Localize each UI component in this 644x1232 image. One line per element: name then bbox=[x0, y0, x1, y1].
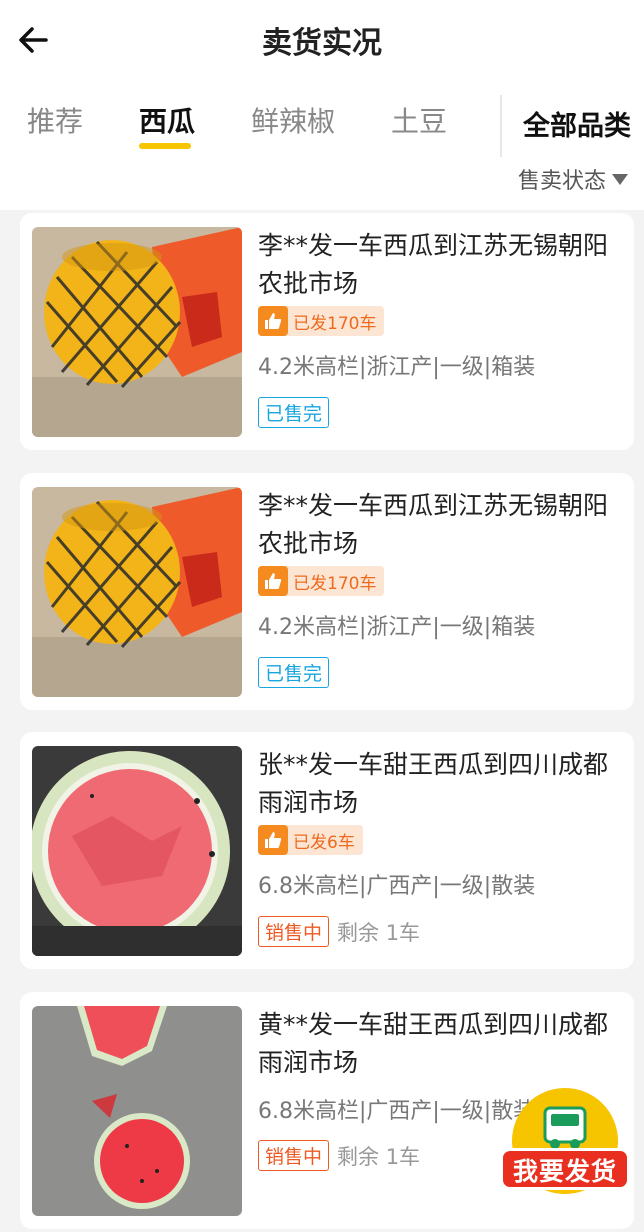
page-title: 卖货实况 bbox=[262, 26, 382, 61]
listing-card[interactable]: 张**发一车甜王西瓜到四川成都雨润市场 已发6车 6.8米高栏|广西产|一级|散… bbox=[20, 732, 634, 969]
ship-goods-label: 我要发货 bbox=[500, 1148, 630, 1190]
sale-status-label: 售卖状态 bbox=[518, 169, 607, 194]
all-categories-button[interactable]: 全部品类 bbox=[523, 104, 631, 143]
tab-divider bbox=[500, 95, 502, 157]
listing-specs: 6.8米高栏|广西产|一级|散装 bbox=[258, 874, 536, 899]
shipments-badge: 已发6车 bbox=[258, 825, 363, 855]
listing-specs: 4.2米高栏|浙江产|一级|箱装 bbox=[258, 355, 536, 380]
listing-title: 李**发一车西瓜到江苏无锡朝阳农批市场 bbox=[258, 491, 609, 558]
top-bar: 卖货实况 推荐 西瓜 鲜辣椒 土豆 全部品类 售卖状态 bbox=[0, 0, 644, 210]
caret-down-icon bbox=[612, 173, 629, 185]
thumbs-up-icon bbox=[258, 825, 288, 855]
status-badge: 已售完 bbox=[258, 657, 330, 688]
tab-potato[interactable]: 土豆 bbox=[391, 100, 447, 140]
remaining-count: 剩余 1车 bbox=[337, 1144, 421, 1169]
shipments-count: 已发170车 bbox=[293, 573, 377, 594]
shipments-badge: 已发170车 bbox=[258, 566, 385, 596]
status-badge: 销售中 bbox=[258, 1140, 330, 1171]
listing-image bbox=[32, 746, 242, 956]
thumbs-up-icon bbox=[258, 306, 288, 336]
tab-fresh-chili[interactable]: 鲜辣椒 bbox=[251, 100, 335, 140]
remaining-count: 剩余 1车 bbox=[337, 920, 421, 945]
listing-title: 黄**发一车甜王西瓜到四川成都雨润市场 bbox=[258, 1010, 609, 1077]
thumbs-up-icon bbox=[258, 566, 288, 596]
listing-specs: 4.2米高栏|浙江产|一级|箱装 bbox=[258, 615, 536, 640]
listing-image bbox=[32, 227, 242, 437]
listing-specs: 6.8米高栏|广西产|一级|散装 bbox=[258, 1099, 536, 1124]
shipments-badge: 已发170车 bbox=[258, 306, 385, 336]
listing-card[interactable]: 李**发一车西瓜到江苏无锡朝阳农批市场 已发170车 4.2米高栏|浙江产|一级… bbox=[20, 473, 634, 710]
tab-recommend[interactable]: 推荐 bbox=[27, 100, 83, 140]
truck-icon bbox=[543, 1106, 587, 1149]
listing-card[interactable]: 李**发一车西瓜到江苏无锡朝阳农批市场 已发170车 4.2米高栏|浙江产|一级… bbox=[20, 213, 634, 450]
listing-title: 李**发一车西瓜到江苏无锡朝阳农批市场 bbox=[258, 231, 609, 298]
status-badge: 已售完 bbox=[258, 397, 330, 428]
active-tab-indicator bbox=[139, 143, 191, 149]
tab-watermelon[interactable]: 西瓜 bbox=[139, 100, 195, 140]
status-badge: 销售中 bbox=[258, 916, 330, 947]
listing-image bbox=[32, 1006, 242, 1216]
shipments-count: 已发170车 bbox=[293, 313, 377, 334]
category-tabs: 推荐 西瓜 鲜辣椒 土豆 bbox=[0, 100, 500, 150]
ship-goods-button[interactable]: 我要发货 bbox=[500, 1088, 630, 1218]
listing-title: 张**发一车甜王西瓜到四川成都雨润市场 bbox=[258, 750, 609, 817]
shipments-count: 已发6车 bbox=[293, 832, 355, 853]
listing-image bbox=[32, 487, 242, 697]
sale-status-filter[interactable]: 售卖状态 bbox=[518, 163, 629, 195]
